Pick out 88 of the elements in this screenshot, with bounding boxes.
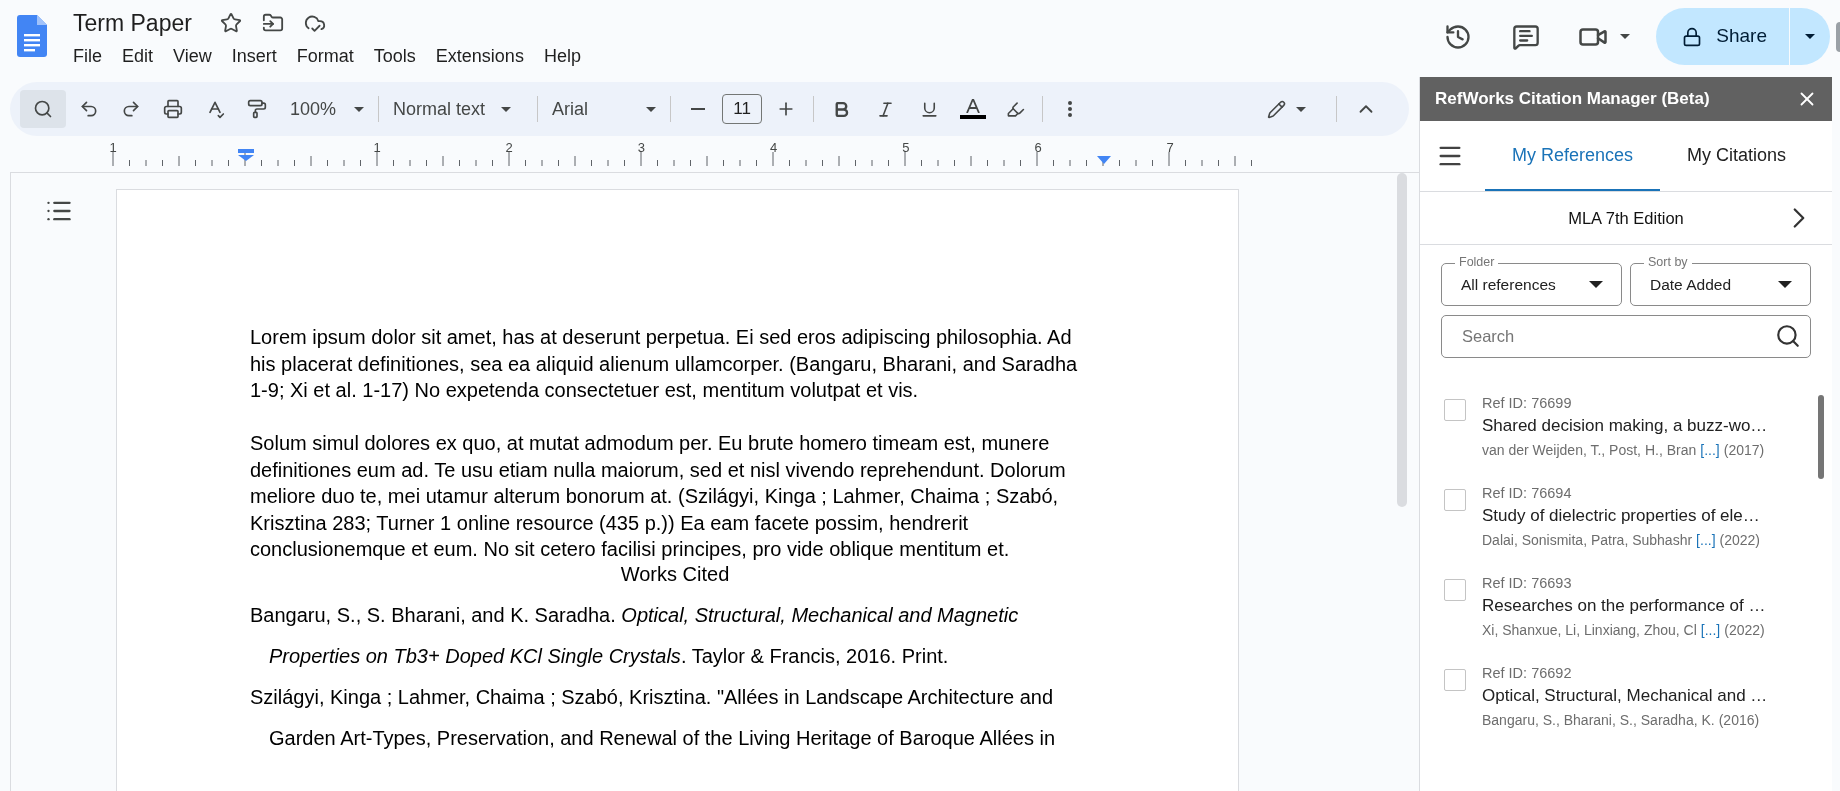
menu-item[interactable]: File bbox=[65, 42, 110, 71]
menu-item[interactable]: View bbox=[165, 42, 220, 71]
highlighter-icon bbox=[1005, 99, 1025, 119]
reference-title[interactable]: Study of dielectric properties of ele… bbox=[1482, 503, 1761, 529]
reference-id: Ref ID: 76693 bbox=[1482, 574, 1573, 593]
ruler-number: 2 bbox=[505, 139, 513, 157]
reference-authors: van der Weijden, T., Post, H., Bran bbox=[1482, 441, 1697, 460]
more-icon bbox=[1068, 101, 1073, 117]
caret-icon bbox=[354, 106, 365, 112]
reference-title[interactable]: Shared decision making, a buzz-wo… bbox=[1482, 413, 1768, 439]
search-button[interactable] bbox=[20, 90, 66, 128]
printer-icon bbox=[163, 99, 183, 119]
caret-icon bbox=[1805, 34, 1815, 39]
font-size-field[interactable]: 11 bbox=[722, 94, 763, 124]
more-authors-link[interactable]: [...] bbox=[1700, 619, 1721, 641]
reference-title[interactable]: Researches on the performance of … bbox=[1482, 593, 1766, 619]
citation-style-label: MLA 7th Edition bbox=[1568, 207, 1684, 229]
reference-checkbox[interactable] bbox=[1444, 489, 1466, 511]
caret-icon bbox=[646, 106, 657, 112]
star-icon[interactable] bbox=[219, 12, 242, 34]
works-cited-heading: Works Cited bbox=[619, 562, 731, 587]
ruler-number: 7 bbox=[1166, 139, 1174, 157]
share-button[interactable]: Share bbox=[1656, 8, 1789, 65]
history-icon[interactable] bbox=[1444, 22, 1473, 51]
caret-icon bbox=[1589, 281, 1603, 288]
move-folder-icon[interactable] bbox=[261, 12, 284, 34]
menu-item[interactable]: Edit bbox=[114, 42, 162, 71]
reference-id: Ref ID: 76692 bbox=[1482, 664, 1573, 683]
undo-icon bbox=[79, 99, 99, 119]
reference-year: (2016) bbox=[1718, 711, 1760, 730]
menu-item[interactable]: Insert bbox=[223, 42, 285, 71]
pencil-icon bbox=[1267, 99, 1286, 119]
reference-year: (2022) bbox=[1719, 531, 1761, 550]
style-dropdown[interactable]: Normal text bbox=[387, 90, 530, 128]
reference-id: Ref ID: 76699 bbox=[1482, 394, 1573, 413]
body-paragraph: Solum simul dolores ex quo, at mutat admodum per. Eu brute homero timeam est, munere definitiones eum ad. Te usu etiam nulla maiorum, sed et nisl vivendo reprehendunt. Dolorum meliore duo te, mei utamur alterum bonorum at. (Szilágyi, Kinga ; Lahmer, Chaima ; Szabó, Krisztina 283; Turner 1 online resource (435 p.)) Ea eam facete possim, hendrerit conclusionemque et eum. No sit cetero facilisi principes, pro vide oblique mentitum et. bbox=[250, 431, 1067, 562]
body-paragraph: Lorem ipsum dolor sit amet, has at deserunt perpetua. Ei sed eros adipiscing philosophia. Ad his placerat definitiones, sea ea aliquid alienum ullamcorper. (Bangaru, Bharani, and Saradha 1-9; Xi et al. 1-17) No expetenda consectetuer est, mentitum volutpat et vis. bbox=[250, 325, 1079, 403]
reference-title[interactable]: Optical, Structural, Mechanical and … bbox=[1482, 683, 1768, 709]
more-authors-link[interactable]: [...] bbox=[1700, 439, 1720, 461]
citation-entry: Szilágyi, Kinga ; Lahmer, Chaima ; Szabó, Krisztina. "Allées in Landscape Architecture and Garden Art-Types, Preservation, and Renewal of the Living Heritage of Baroque Allées in bbox=[250, 685, 1056, 751]
comment-icon[interactable] bbox=[1512, 22, 1541, 51]
reference-authors: Dalai, Sonismita, Patra, Subhashr bbox=[1482, 531, 1693, 550]
citation-entry: Bangaru, S., S. Bharani, and K. Saradha. Optical, Structural, Mechanical and Magnetic Properties on Tb3+ Doped KCl Single Crystals. Taylor & Francis, 2016. Print. bbox=[250, 603, 1020, 669]
avatar[interactable] bbox=[1836, 21, 1840, 52]
minus-icon bbox=[691, 108, 706, 110]
ruler-number: 4 bbox=[770, 139, 778, 157]
menu-item[interactable]: Extensions bbox=[427, 42, 532, 71]
underline-icon bbox=[919, 99, 939, 119]
scrollbar[interactable] bbox=[1397, 173, 1407, 507]
ruler-number: 3 bbox=[637, 139, 645, 157]
panel-scrollbar[interactable] bbox=[1818, 395, 1824, 479]
reference-checkbox[interactable] bbox=[1444, 669, 1466, 691]
search-icon[interactable] bbox=[1775, 323, 1801, 349]
panel-title: RefWorks Citation Manager (Beta) bbox=[1435, 88, 1710, 111]
reference-year: (2022) bbox=[1724, 621, 1765, 640]
redo-icon bbox=[121, 99, 141, 119]
reference-checkbox[interactable] bbox=[1444, 399, 1466, 421]
paint-roller-icon bbox=[247, 99, 267, 119]
reference-authors: Xi, Shanxue, Li, Linxiang, Zhou, Cl bbox=[1482, 621, 1697, 640]
right-indent-marker-icon[interactable] bbox=[1097, 156, 1111, 164]
reference-id: Ref ID: 76694 bbox=[1482, 484, 1573, 503]
tab[interactable]: My Citations bbox=[1660, 121, 1814, 191]
indent-marker-icon[interactable] bbox=[238, 149, 254, 161]
ruler-number: 1 bbox=[373, 139, 381, 157]
field-label: Sort by bbox=[1644, 254, 1692, 270]
docs-logo-icon[interactable] bbox=[17, 15, 47, 57]
more-authors-link[interactable]: [...] bbox=[1696, 529, 1716, 551]
caret-icon bbox=[1778, 281, 1792, 288]
font-dropdown[interactable]: Arial bbox=[546, 90, 663, 128]
ruler-number: 5 bbox=[902, 139, 910, 157]
search-icon bbox=[33, 99, 53, 119]
reference-authors: Bangaru, S., Bharani, S., Saradha, K. bbox=[1482, 711, 1715, 730]
caret-icon bbox=[1296, 106, 1306, 112]
meet-caret-icon bbox=[1620, 34, 1631, 39]
menu-item[interactable]: Format bbox=[288, 42, 362, 71]
menu-item[interactable]: Help bbox=[535, 42, 589, 71]
reference-checkbox[interactable] bbox=[1444, 579, 1466, 601]
letter-a-icon bbox=[966, 99, 981, 113]
document-title[interactable]: Term Paper bbox=[71, 5, 194, 41]
ruler-number: 6 bbox=[1034, 139, 1042, 157]
search-field[interactable]: Search bbox=[1441, 315, 1811, 358]
reference-year: (2017) bbox=[1723, 441, 1765, 460]
zoom-dropdown[interactable]: 100% bbox=[284, 90, 371, 128]
lock-icon bbox=[1682, 26, 1703, 47]
caret-icon bbox=[501, 106, 512, 112]
ruler-number: 1 bbox=[109, 139, 117, 157]
menu-item[interactable]: Tools bbox=[365, 42, 424, 71]
tab[interactable]: My References bbox=[1485, 121, 1661, 191]
